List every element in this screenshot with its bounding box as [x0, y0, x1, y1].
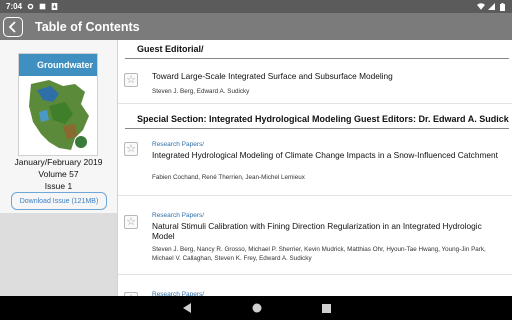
app-bar: Table of Contents: [0, 13, 512, 40]
article-type: Research Papers/: [152, 141, 205, 148]
issue-cover[interactable]: Groundwater: [18, 53, 98, 156]
download-issue-button[interactable]: Download Issue (121MB): [11, 192, 107, 210]
nav-home-icon[interactable]: [252, 303, 262, 313]
issue-volume: Volume 57: [38, 169, 79, 179]
article-title[interactable]: Toward Large-Scale Integrated Surface an…: [152, 71, 504, 81]
issue-number: Issue 1: [44, 181, 73, 191]
article-title[interactable]: Integrated Hydrological Modeling of Clim…: [152, 150, 504, 160]
article-item[interactable]: ☆ Research Papers/ Natural Stimuli Calib…: [118, 197, 512, 275]
section-header-guest-editorial: Guest Editorial/: [125, 40, 509, 59]
article-title[interactable]: Natural Stimuli Calibration with Fining …: [152, 221, 504, 241]
system-navigation-bar: [0, 296, 512, 320]
cover-title: Groundwater: [37, 60, 94, 70]
nav-recents-icon[interactable]: [321, 303, 331, 313]
star-icon[interactable]: ☆: [124, 215, 138, 229]
settings-icon: [27, 3, 34, 10]
star-icon[interactable]: ☆: [124, 142, 138, 156]
wifi-icon: [477, 3, 485, 10]
cover-map-image: [29, 80, 89, 150]
cover-header: Groundwater: [19, 54, 97, 76]
status-bar: 7:04: [0, 0, 512, 13]
chevron-left-icon: [8, 20, 16, 33]
article-item[interactable]: ☆ Toward Large-Scale Integrated Surface …: [118, 60, 512, 104]
notification-icon: [39, 3, 46, 10]
download-status-icon: [51, 3, 58, 10]
article-item[interactable]: ☆ Research Papers/: [118, 276, 512, 296]
article-authors: Steven J. Berg, Edward A. Sudicky: [152, 88, 250, 95]
table-of-contents-list[interactable]: Guest Editorial/ ☆ Toward Large-Scale In…: [117, 40, 512, 296]
issue-info: Groundwater January/February 2019 Volume…: [0, 40, 117, 213]
signal-icon: [488, 3, 495, 10]
article-type: Research Papers/: [152, 212, 205, 219]
star-icon[interactable]: ☆: [124, 73, 138, 87]
back-button[interactable]: [3, 16, 23, 37]
section-header-special-section: Special Section: Integrated Hydrological…: [125, 110, 509, 129]
battery-icon: [499, 3, 506, 11]
article-authors: Fabien Cochand, René Therrien, Jean-Mich…: [152, 174, 305, 181]
issue-panel: Groundwater January/February 2019 Volume…: [0, 40, 117, 296]
issue-date: January/February 2019: [14, 157, 103, 167]
article-authors: Steven J. Berg, Nancy R. Grosso, Michael…: [152, 246, 486, 262]
nav-back-icon[interactable]: [182, 303, 192, 313]
status-time: 7:04: [6, 2, 23, 11]
article-item[interactable]: ☆ Research Papers/ Integrated Hydrologic…: [118, 130, 512, 196]
page-title: Table of Contents: [35, 19, 140, 34]
